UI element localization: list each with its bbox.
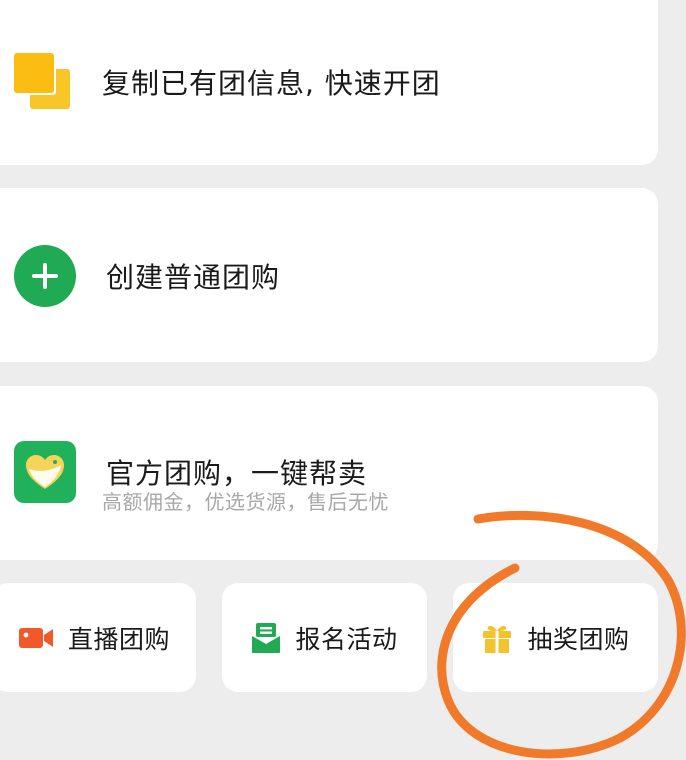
copy-group-card[interactable]: 复制已有团信息, 快速开团	[0, 0, 658, 165]
official-group-buy-icon	[14, 441, 76, 503]
create-group-card[interactable]: 创建普通团购	[0, 188, 658, 362]
copy-group-title: 复制已有团信息, 快速开团	[102, 67, 441, 100]
plus-circle-icon	[14, 245, 76, 307]
video-camera-icon	[18, 627, 53, 648]
copy-group-row: 复制已有团信息, 快速开团	[14, 53, 441, 111]
heart-bird-icon	[26, 455, 64, 489]
official-group-subtitle: 高额佣金，优选货源，售后无忧	[102, 490, 389, 514]
live-group-buy-label: 直播团购	[67, 624, 170, 654]
copy-icon	[14, 53, 72, 111]
create-group-row: 创建普通团购	[14, 245, 280, 307]
signup-activity-label: 报名活动	[295, 624, 398, 654]
copy-icon-front-square	[14, 53, 54, 93]
signup-activity-button[interactable]: 报名活动	[222, 583, 427, 692]
lottery-group-buy-label: 抽奖团购	[527, 624, 630, 654]
signup-envelope-icon	[252, 622, 281, 653]
gift-icon	[483, 625, 512, 653]
lottery-group-buy-button[interactable]: 抽奖团购	[453, 583, 658, 692]
create-group-title: 创建普通团购	[106, 261, 281, 294]
live-group-buy-button[interactable]: 直播团购	[0, 583, 196, 692]
official-group-card[interactable]: 官方团购，一键帮卖 高额佣金，优选货源，售后无忧	[0, 386, 658, 560]
